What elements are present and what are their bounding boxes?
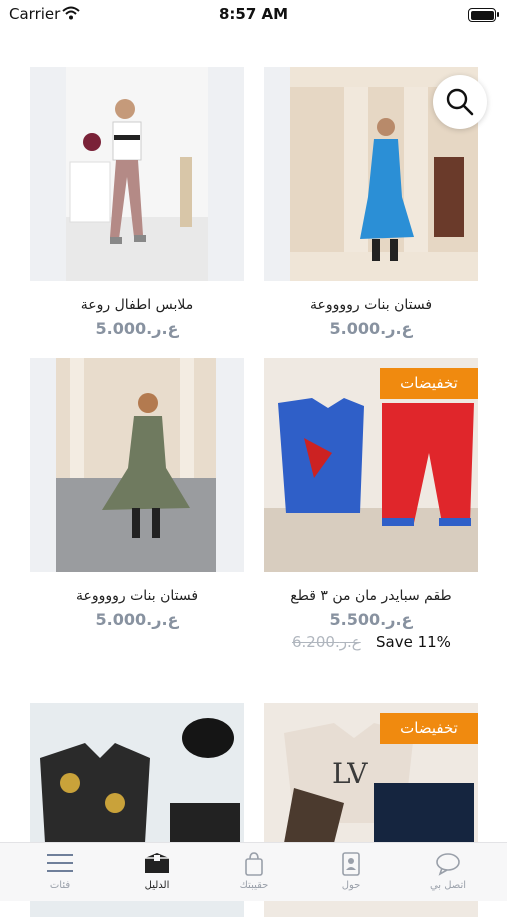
- tab-cart[interactable]: حقيبتك: [204, 843, 304, 901]
- sale-badge: تخفيضات: [380, 713, 478, 744]
- tab-label: حول: [341, 880, 361, 891]
- contact-card-icon: [342, 852, 360, 876]
- save-percent: Save 11%: [376, 633, 451, 651]
- tab-catalog[interactable]: الدليل: [107, 843, 207, 901]
- tab-label: فئات: [49, 880, 71, 891]
- tab-about[interactable]: حول: [301, 843, 401, 901]
- battery-icon: [468, 8, 499, 22]
- product-image[interactable]: [30, 67, 244, 281]
- original-price: 6.200.ع.ر: [292, 633, 361, 651]
- product-photo: [66, 67, 208, 281]
- search-icon: [446, 88, 474, 116]
- status-bar: Carrier 8:57 AM: [0, 0, 507, 30]
- tab-label: الدليل: [144, 880, 170, 891]
- product-title: ملابس اطفال روعة: [80, 297, 194, 313]
- product-image[interactable]: تخفيضات: [264, 358, 478, 572]
- product-price: 5.000.ع.ر: [329, 319, 413, 338]
- product-price: 5.000.ع.ر: [95, 319, 179, 338]
- discount-row: 6.200.ع.ر Save 11%: [264, 633, 478, 655]
- product-photo: [56, 358, 216, 572]
- svg-text:LV: LV: [332, 757, 368, 790]
- shopping-bag-icon: [245, 852, 263, 876]
- product-title: فستان بنات رووووعة: [75, 588, 199, 604]
- menu-icon: [47, 854, 73, 872]
- product-title: طقم سبايدر مان من ٣ قطع: [290, 588, 452, 604]
- chat-bubble-icon: [436, 853, 460, 876]
- product-price: 5.500.ع.ر: [329, 610, 413, 629]
- product-image[interactable]: [30, 358, 244, 572]
- tab-bar: فئات الدليل حقيبتك حول اتصل بي: [0, 842, 507, 901]
- status-time: 8:57 AM: [218, 5, 289, 23]
- product-price: 5.000.ع.ر: [95, 610, 179, 629]
- tab-categories[interactable]: فئات: [10, 843, 110, 901]
- catalog-box-icon: [145, 853, 169, 873]
- tab-label: حقيبتك: [239, 880, 269, 891]
- product-card[interactable]: تخفيضات طقم سبايدر مان من ٣ قطع 5.500.ع.…: [264, 358, 478, 655]
- search-button[interactable]: [433, 75, 487, 129]
- product-card[interactable]: ملابس اطفال روعة 5.000.ع.ر: [30, 67, 244, 338]
- tab-label: اتصل بي: [429, 880, 467, 891]
- tab-contact[interactable]: اتصل بي: [398, 843, 498, 901]
- product-card[interactable]: فستان بنات رووووعة 5.000.ع.ر: [30, 358, 244, 629]
- product-title: فستان بنات رووووعة: [309, 297, 433, 313]
- sale-badge: تخفيضات: [380, 368, 478, 399]
